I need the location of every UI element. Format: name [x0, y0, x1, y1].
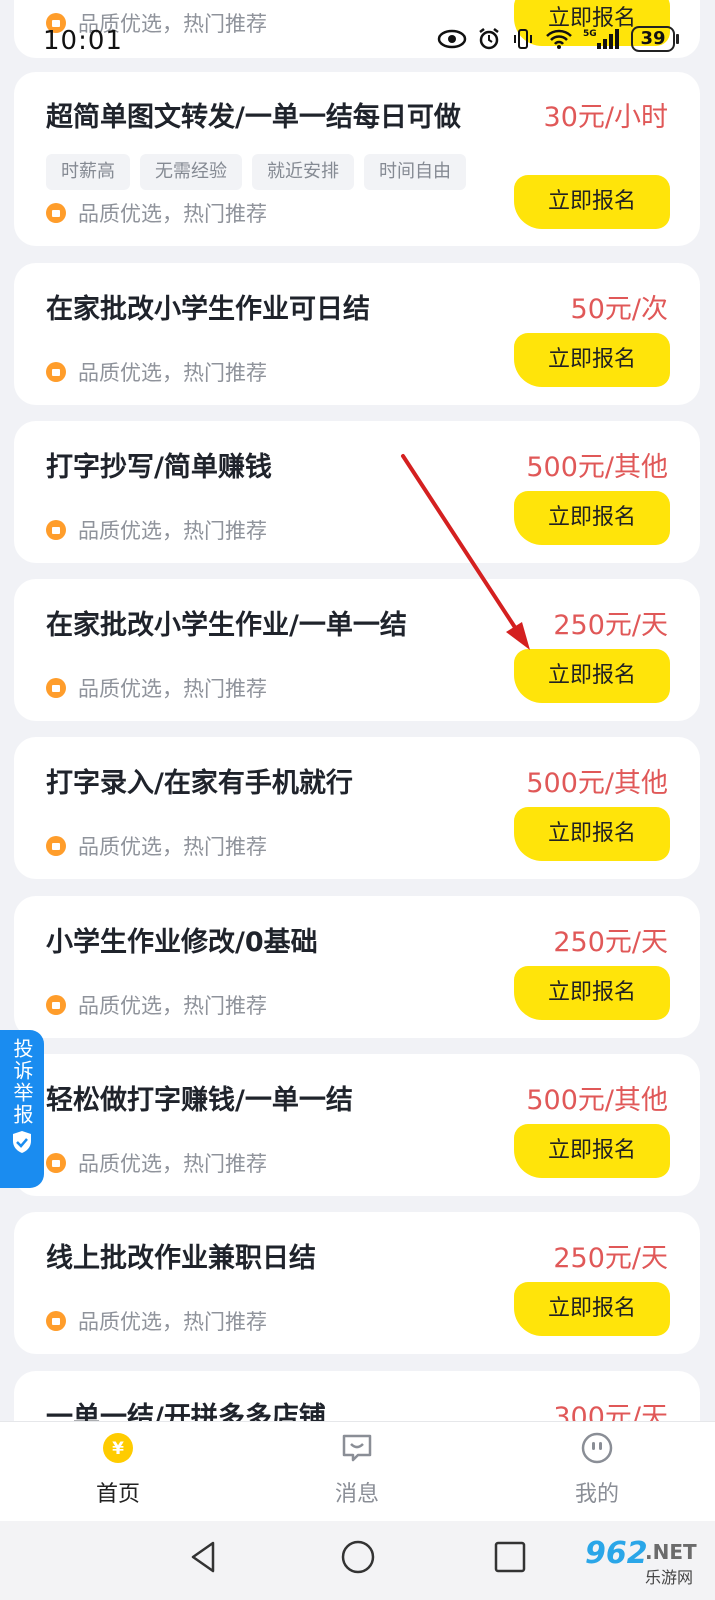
alarm-icon — [479, 28, 499, 50]
hot-badge-icon — [46, 362, 66, 382]
hot-badge-icon — [46, 1153, 66, 1173]
battery-indicator: 39 — [631, 26, 679, 52]
site-watermark: 962 .NET 乐游网 — [577, 1526, 705, 1596]
job-card[interactable]: 轻松做打字赚钱/一单一结 500元/其他 品质优选，热门推荐 立即报名 — [14, 1054, 700, 1196]
job-card[interactable]: 超简单图文转发/一单一结每日可做 30元/小时 时薪高 无需经验 就近安排 时间… — [14, 72, 700, 246]
apply-button[interactable]: 立即报名 — [514, 966, 670, 1020]
signal-5g-icon: 5G — [583, 29, 619, 49]
status-bar: 10:01 5G 39 — [0, 0, 715, 80]
apply-button[interactable]: 立即报名 — [514, 649, 670, 703]
yen-home-icon: ¥ — [103, 1433, 133, 1463]
card-meta: 品质优选，热门推荐 — [46, 831, 267, 861]
svg-text:5G: 5G — [583, 29, 597, 39]
watermark-sub: 乐游网 — [645, 1568, 694, 1587]
card-meta: 品质优选，热门推荐 — [46, 1148, 267, 1178]
status-time: 10:01 — [43, 26, 123, 56]
tab-home[interactable]: ¥ 首页 — [58, 1432, 178, 1508]
svg-text:¥: ¥ — [112, 1439, 124, 1459]
job-tags: 时薪高 无需经验 就近安排 时间自由 — [46, 154, 466, 190]
wifi-icon — [546, 29, 572, 49]
apply-button[interactable]: 立即报名 — [514, 175, 670, 229]
job-price: 50元/次 — [570, 294, 668, 325]
eye-icon — [437, 29, 467, 49]
apply-button[interactable]: 立即报名 — [514, 1124, 670, 1178]
vibrate-icon — [514, 29, 532, 49]
apply-button[interactable]: 立即报名 — [514, 491, 670, 545]
watermark-number: 962 — [585, 1536, 648, 1571]
status-icons: 5G 39 — [437, 26, 679, 52]
job-tag: 时薪高 — [46, 154, 130, 190]
job-card[interactable]: 打字抄写/简单赚钱 500元/其他 品质优选，热门推荐 立即报名 — [14, 421, 700, 563]
job-tag: 就近安排 — [252, 154, 354, 190]
report-side-tab[interactable]: 投诉举报 — [0, 1030, 44, 1188]
message-icon — [342, 1434, 372, 1462]
job-card[interactable]: 打字录入/在家有手机就行 500元/其他 品质优选，热门推荐 立即报名 — [14, 737, 700, 879]
tab-profile[interactable]: 我的 — [537, 1432, 657, 1508]
job-card[interactable]: 小学生作业修改/0基础 250元/天 品质优选，热门推荐 立即报名 — [14, 896, 700, 1038]
hot-badge-icon — [46, 1311, 66, 1331]
tab-messages[interactable]: 消息 — [297, 1432, 417, 1508]
report-label: 投诉举报 — [10, 1038, 34, 1126]
card-meta: 品质优选，热门推荐 — [46, 515, 267, 545]
job-title: 在家批改小学生作业/一单一结 — [46, 610, 407, 641]
hot-badge-icon — [46, 520, 66, 540]
profile-face-icon — [581, 1432, 613, 1464]
job-price: 250元/天 — [553, 610, 668, 641]
job-tag: 无需经验 — [140, 154, 242, 190]
job-title: 打字抄写/简单赚钱 — [46, 452, 272, 483]
apply-button[interactable]: 立即报名 — [514, 1282, 670, 1336]
job-card[interactable]: 在家批改小学生作业/一单一结 250元/天 品质优选，热门推荐 立即报名 — [14, 579, 700, 721]
job-price: 30元/小时 — [543, 102, 668, 133]
job-price: 500元/其他 — [526, 768, 668, 799]
job-title: 小学生作业修改/0基础 — [46, 927, 318, 958]
hot-badge-icon — [46, 836, 66, 856]
job-price: 250元/天 — [553, 927, 668, 958]
card-meta: 品质优选，热门推荐 — [46, 1306, 267, 1336]
recents-square-icon[interactable] — [492, 1539, 528, 1575]
apply-button[interactable]: 立即报名 — [514, 807, 670, 861]
job-price: 500元/其他 — [526, 1085, 668, 1116]
shield-check-icon — [13, 1131, 31, 1153]
home-circle-icon[interactable] — [340, 1539, 376, 1575]
job-title: 线上批改作业兼职日结 — [46, 1243, 316, 1274]
job-price: 250元/天 — [553, 1243, 668, 1274]
hot-badge-icon — [46, 995, 66, 1015]
back-triangle-icon[interactable] — [186, 1539, 222, 1575]
apply-button[interactable]: 立即报名 — [514, 333, 670, 387]
job-title: 轻松做打字赚钱/一单一结 — [46, 1085, 353, 1116]
card-meta: 品质优选，热门推荐 — [46, 357, 267, 387]
hot-badge-icon — [46, 203, 66, 223]
bottom-tab-bar: ¥ 首页 消息 我的 — [0, 1421, 715, 1522]
job-title: 超简单图文转发/一单一结每日可做 — [46, 102, 461, 133]
card-meta: 品质优选，热门推荐 — [46, 990, 267, 1020]
watermark-suffix: .NET — [645, 1540, 697, 1564]
job-tag: 时间自由 — [364, 154, 466, 190]
job-card[interactable]: 在家批改小学生作业可日结 50元/次 品质优选，热门推荐 立即报名 — [14, 263, 700, 405]
job-price: 500元/其他 — [526, 452, 668, 483]
card-meta: 品质优选，热门推荐 — [46, 673, 267, 703]
job-card[interactable]: 线上批改作业兼职日结 250元/天 品质优选，热门推荐 立即报名 — [14, 1212, 700, 1354]
card-meta: 品质优选，热门推荐 — [46, 198, 267, 228]
job-title: 打字录入/在家有手机就行 — [46, 768, 353, 799]
job-title: 在家批改小学生作业可日结 — [46, 294, 370, 325]
hot-badge-icon — [46, 678, 66, 698]
